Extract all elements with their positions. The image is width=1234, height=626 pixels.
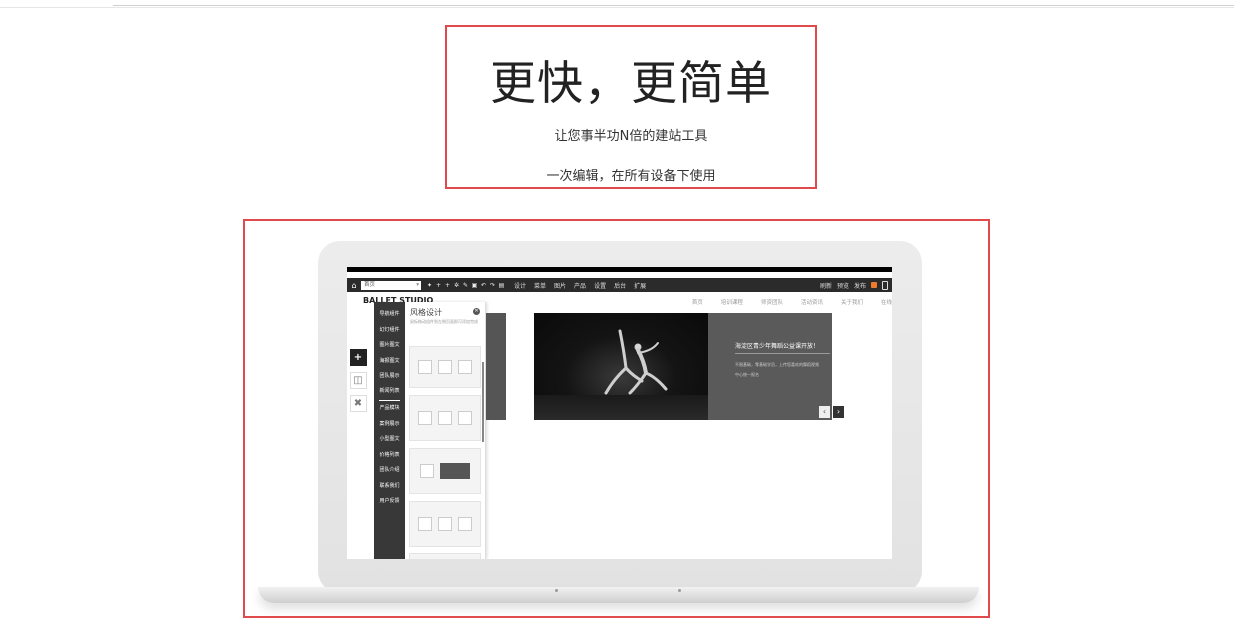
template-thumbnail — [458, 360, 472, 374]
layout-icon[interactable]: ◫ — [349, 372, 367, 389]
hinge-dot — [555, 589, 558, 592]
template-panel-description: 鼠标拖动组件到左侧页面即可添加完成 — [410, 319, 478, 324]
hero-headline: 更快，更简单 — [490, 56, 772, 110]
template-thumbnail — [458, 411, 472, 425]
hero-subtitle-1: 让您事半功N倍的建站工具 — [554, 129, 708, 144]
top-divider-shadow — [0, 7, 1234, 8]
category-item[interactable]: 用户反馈 — [379, 494, 399, 510]
template-thumbnail — [438, 517, 452, 531]
top-divider — [113, 5, 1234, 6]
category-item[interactable]: 团队介绍 — [379, 463, 399, 479]
brush-icon[interactable]: ✎ — [461, 282, 470, 289]
template-thumbnail — [438, 360, 452, 374]
close-icon[interactable]: ✖ — [349, 395, 367, 412]
laptop-showcase: ⌂ 首页 ▾ ✦ + + ✲ ✎ ▣ ↶ ↷ ▤ 设计 菜单 图片 产品 设置 … — [243, 219, 990, 618]
template-card[interactable] — [409, 448, 481, 494]
notification-icon[interactable] — [871, 282, 877, 288]
component-category-list: 导航组件 幻灯组件 图片图文 海报图文 团队展示 新闻列表 产品模块 案例展示 … — [374, 302, 405, 559]
plus-icon[interactable]: + — [434, 282, 443, 289]
close-icon[interactable]: ✕ — [473, 308, 480, 315]
plus-small-icon[interactable]: + — [443, 282, 452, 289]
hero-subtitle-2: 一次编辑，在所有设备下使用 — [546, 169, 716, 184]
template-thumbnail — [458, 517, 472, 531]
slide-caption: 海淀区青少年舞蹈公益课开放！ 不限基础，零基础学员，上传您喜欢的舞蹈视频 中心统… — [708, 313, 832, 420]
template-card[interactable] — [409, 553, 481, 559]
chevron-down-icon: ▾ — [416, 281, 419, 288]
template-panel-title: 风格设计 — [410, 308, 442, 317]
menu-menu[interactable]: 菜单 — [534, 281, 546, 290]
slide-previous-edge — [486, 313, 506, 420]
template-thumbnail — [438, 411, 452, 425]
template-card[interactable] — [409, 395, 481, 441]
hero-text-block: 更快，更简单 让您事半功N倍的建站工具 一次编辑，在所有设备下使用 — [445, 25, 817, 189]
category-item[interactable]: 小型图文 — [379, 432, 399, 448]
undo-icon[interactable]: ↶ — [479, 282, 488, 289]
laptop-screen: ⌂ 首页 ▾ ✦ + + ✲ ✎ ▣ ↶ ↷ ▤ 设计 菜单 图片 产品 设置 … — [347, 267, 892, 559]
category-item[interactable]: 海报图文 — [379, 354, 399, 370]
category-item[interactable]: 幻灯组件 — [379, 323, 399, 339]
left-tool-column: + ◫ ✖ — [347, 349, 369, 412]
site-nav: 首页 培训课程 师资团队 活动资讯 关于我们 在线 — [692, 298, 892, 306]
menu-settings[interactable]: 设置 — [594, 281, 606, 290]
trash-icon[interactable]: ▤ — [497, 282, 506, 289]
category-item[interactable]: 图片图文 — [379, 338, 399, 354]
image-icon[interactable]: ▣ — [470, 282, 479, 289]
hinge-dot — [678, 589, 681, 592]
template-thumbnail — [418, 360, 432, 374]
page-select[interactable]: 首页 ▾ — [361, 280, 421, 290]
site-nav-item[interactable]: 活动资讯 — [801, 298, 823, 306]
category-item[interactable]: 联系我们 — [379, 479, 399, 495]
redo-icon[interactable]: ↷ — [488, 282, 497, 289]
menu-images[interactable]: 图片 — [554, 281, 566, 290]
menu-extensions[interactable]: 扩展 — [634, 281, 646, 290]
slide-spacer — [506, 313, 535, 420]
slide-floor — [534, 395, 708, 420]
slide-text-line-1: 不限基础，零基础学员，上传您喜欢的舞蹈视频 — [735, 362, 819, 367]
page-select-value: 首页 — [364, 281, 376, 288]
slide-text-line-2: 中心统一报名 — [735, 372, 759, 377]
mobile-view-icon[interactable] — [882, 280, 888, 290]
category-item[interactable]: 团队展示 — [379, 369, 399, 385]
category-item-selected[interactable]: 新闻列表 — [379, 385, 400, 401]
template-thumbnail-dark — [440, 463, 470, 479]
slide-divider — [735, 353, 830, 354]
site-nav-item[interactable]: 培训课程 — [721, 298, 743, 306]
site-nav-item[interactable]: 首页 — [692, 298, 703, 306]
template-scrollbar[interactable] — [482, 362, 484, 442]
publish-button[interactable]: 发布 — [854, 281, 866, 290]
template-card[interactable] — [409, 346, 481, 388]
editor-toolbar: ⌂ 首页 ▾ ✦ + + ✲ ✎ ▣ ↶ ↷ ▤ 设计 菜单 图片 产品 设置 … — [347, 278, 892, 292]
laptop-base — [258, 587, 979, 603]
category-item[interactable]: 导航组件 — [379, 307, 399, 323]
arrow-icon[interactable]: ✦ — [425, 282, 434, 289]
menu-products[interactable]: 产品 — [574, 281, 586, 290]
template-thumbnail — [418, 411, 432, 425]
template-thumbnail — [418, 517, 432, 531]
refresh-button[interactable]: 刷新 — [820, 281, 832, 290]
preview-button[interactable]: 预览 — [837, 281, 849, 290]
plus-icon[interactable]: + — [349, 349, 367, 366]
category-item[interactable]: 价格列表 — [379, 448, 399, 464]
editor-logo-icon[interactable]: ⌂ — [347, 278, 361, 292]
site-nav-item[interactable]: 关于我们 — [841, 298, 863, 306]
chevron-left-icon[interactable]: ‹ — [819, 406, 830, 418]
slide-photo-dancers — [534, 313, 708, 420]
site-nav-item[interactable]: 在线 — [881, 298, 892, 306]
gear-icon[interactable]: ✲ — [452, 282, 461, 289]
template-thumbnail — [420, 464, 434, 478]
template-panel: 风格设计 ✕ 鼠标拖动组件到左侧页面即可添加完成 — [405, 302, 486, 559]
template-card[interactable] — [409, 501, 481, 547]
editor-actions: 刷新 预览 发布 — [820, 280, 892, 290]
category-item[interactable]: 产品模块 — [379, 401, 399, 417]
category-item[interactable]: 案例展示 — [379, 417, 399, 433]
chevron-right-icon[interactable]: › — [833, 406, 844, 418]
slide-title: 海淀区青少年舞蹈公益课开放！ — [735, 343, 820, 350]
site-nav-item[interactable]: 师资团队 — [761, 298, 783, 306]
menu-backend[interactable]: 后台 — [614, 281, 626, 290]
menu-design[interactable]: 设计 — [514, 281, 526, 290]
screen-top-bar — [347, 267, 892, 272]
